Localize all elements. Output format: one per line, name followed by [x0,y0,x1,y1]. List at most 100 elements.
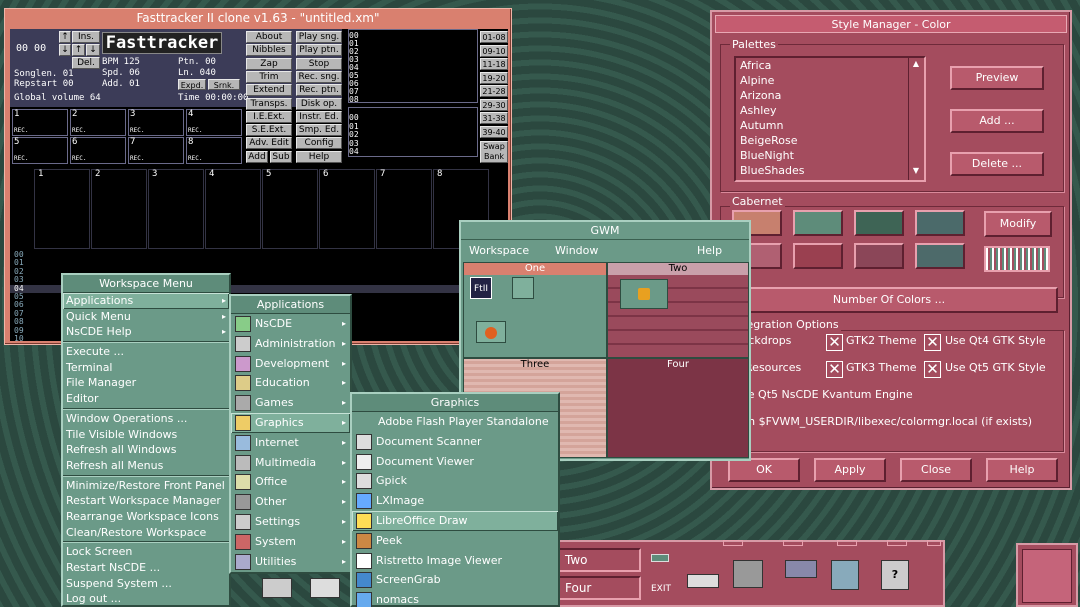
graphics-menu-item[interactable]: Ristretto Image Viewer [352,551,558,571]
ft-button-7[interactable]: S.E.Ext. [246,124,292,137]
applications-menu-item[interactable]: Administration ▸ [231,334,350,354]
ft-channel-col-6[interactable] [376,169,432,249]
graphics-menu-item[interactable]: LXImage [352,491,558,511]
gwm-menu-window[interactable]: Window [555,244,598,257]
striped-swatch[interactable] [984,246,1050,272]
ft-channel-col-5[interactable] [319,169,375,249]
ft-range-2[interactable]: 11-18 [480,58,508,70]
ft-button-3[interactable]: Trim [246,70,292,83]
ft-button2-5[interactable]: Disk op. [296,97,342,110]
ft-channel-col-2[interactable] [148,169,204,249]
delete-palette-button[interactable]: Delete ... [950,152,1044,176]
workspace-menu-item[interactable]: Clean/Restore Workspace [63,525,229,541]
ft-del-button[interactable]: Del. [72,57,100,69]
ft-channel-col-0[interactable] [34,169,90,249]
add-palette-button[interactable]: Add ... [950,109,1044,133]
workspace-menu-item[interactable]: Quick Menu ▸ [63,309,229,325]
number-of-colors-button[interactable]: Number Of Colors ... [720,287,1058,313]
ft-instrument-list[interactable] [348,29,478,103]
applications-menu-item[interactable]: System ▸ [231,532,350,552]
workspace-menu-item[interactable]: Window Operations ... [63,411,229,427]
close-button[interactable]: Close [900,458,972,482]
ft-button-5[interactable]: Transps. [246,97,292,110]
ft-button2-7[interactable]: Smp. Ed. [296,124,342,137]
workspace-menu-item[interactable]: Terminal [63,360,229,376]
workspace-menu-item[interactable]: Refresh all Menus [63,458,229,474]
subpanel-arrow-5[interactable] [927,540,941,546]
ft-channel-col-1[interactable] [91,169,147,249]
graphics-menu[interactable]: Graphics Adobe Flash Player Standalone Do… [350,392,560,607]
ft-button-4[interactable]: Extend [246,84,292,97]
style-manager-icon[interactable] [733,560,769,594]
ft-srnk-button[interactable]: Srnk. [208,79,240,90]
ft-range-4[interactable]: 21-28 [480,85,508,97]
workspace-two-button[interactable]: Two [555,548,641,572]
graphics-menu-item[interactable]: Gpick [352,471,558,491]
workspace-menu-item[interactable]: Log out ... [63,591,229,607]
palette-item[interactable]: Alpine [736,73,924,88]
ft-ins-up-icon[interactable]: ↑ [72,44,85,56]
graphics-menu-item[interactable]: Document Scanner [352,432,558,452]
workspace-menu-item[interactable]: Restart NsCDE ... [63,560,229,576]
media-icon[interactable] [831,560,867,594]
scroll-down-icon[interactable]: ▼ [910,166,922,178]
palette-list[interactable]: Africa Alpine Arizona Ashley Autumn BeigeRose… [734,56,926,182]
applications-menu-item[interactable]: Settings ▸ [231,512,350,532]
apply-button[interactable]: Apply [814,458,886,482]
ok-button[interactable]: OK [728,458,800,482]
ft-button-8[interactable]: Adv. Edit [246,137,292,150]
qt4-checkbox[interactable]: ✕ [924,334,941,351]
desktop-icon-1[interactable] [262,572,298,602]
color-swatch-5[interactable] [793,243,843,269]
ft-add-button[interactable]: Add [246,151,268,163]
gwm-menu-help[interactable]: Help [697,244,722,257]
ft-button2-6[interactable]: Instr. Ed. [296,110,342,123]
applications-menu-item[interactable]: Internet ▸ [231,433,350,453]
graphics-menu-item[interactable]: Peek [352,531,558,551]
color-swatch-6[interactable] [854,243,904,269]
workspace-menu-item[interactable]: NsCDE Help ▸ [63,324,229,340]
ft-button2-2[interactable]: Stop [296,57,342,70]
ft-button-2[interactable]: Zap [246,57,292,70]
applications-menu-item[interactable]: Other ▸ [231,492,350,512]
workspace-menu-item[interactable]: File Manager [63,375,229,391]
ft-button2-1[interactable]: Play ptn. [296,44,342,57]
ft-sub-button[interactable]: Sub [270,151,292,163]
gtk3-checkbox[interactable]: ✕ [826,361,843,378]
subpanel-arrow-3[interactable] [837,540,857,546]
graphics-menu-item[interactable]: Adobe Flash Player Standalone [352,412,558,432]
modify-button[interactable]: Modify [984,211,1052,237]
ft-button2-0[interactable]: Play sng. [296,31,342,43]
palette-item[interactable]: Africa [736,58,924,73]
ft-button2-4[interactable]: Rec. ptn. [296,84,342,97]
applications-menu[interactable]: Applications NsCDE ▸ Administration ▸ Develo… [229,294,352,574]
workspace-menu-item[interactable]: Suspend System ... [63,576,229,592]
graphics-menu-item[interactable]: LibreOffice Draw [352,510,558,531]
applications-menu-item[interactable]: Games ▸ [231,393,350,413]
palette-item[interactable]: Ashley [736,103,924,118]
gtk2-checkbox[interactable]: ✕ [826,334,843,351]
color-swatch-1[interactable] [793,210,843,236]
ft-ins-button[interactable]: Ins. [72,31,100,43]
workspace-four[interactable]: Four [607,358,749,458]
ft-channel-col-3[interactable] [205,169,261,249]
subpanel-arrow-4[interactable] [887,540,907,546]
window-thumb-icon[interactable] [512,277,534,299]
qt5-checkbox[interactable]: ✕ [924,361,941,378]
workspace-menu-item[interactable]: Rearrange Workspace Icons [63,509,229,525]
kvantum-option[interactable]: Use Qt5 NsCDE Kvantum Engine [734,388,913,401]
palette-item[interactable]: BlueShades [736,163,924,178]
workspace-one[interactable]: One FtII [463,262,607,358]
ft-range-5[interactable]: 29-30 [480,98,508,111]
workspace-menu-item[interactable]: Refresh all Windows [63,442,229,458]
subpanel-arrow-2[interactable] [783,540,803,546]
applications-menu-item[interactable]: NsCDE ▸ [231,314,350,334]
applications-menu-item[interactable]: Office ▸ [231,472,350,492]
palette-item[interactable]: BeigeRose [736,133,924,148]
palette-scrollbar[interactable]: ▲ ▼ [908,58,922,180]
ft-ins-down-icon[interactable]: ↓ [86,44,100,56]
workspace-two[interactable]: Two [607,262,749,358]
workspace-menu-item[interactable]: Restart Workspace Manager [63,493,229,509]
workspace-menu-item[interactable]: Applications ▸ [63,293,229,309]
color-swatch-7[interactable] [915,243,965,269]
